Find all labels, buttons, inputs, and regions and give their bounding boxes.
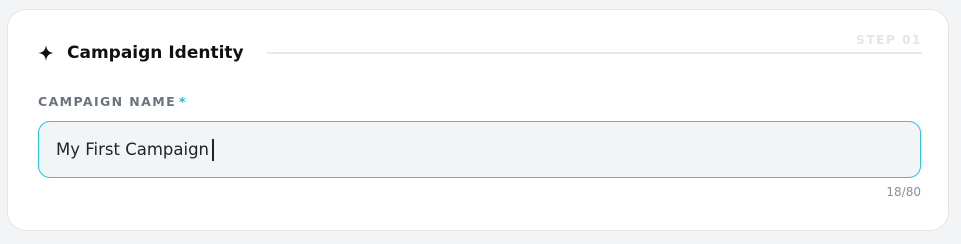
section-divider [266, 52, 922, 54]
section-header: Campaign Identity [38, 40, 922, 66]
campaign-name-label: CAMPAIGN NAME * [38, 94, 187, 109]
campaign-name-value: My First Campaign [56, 140, 210, 159]
campaign-name-input[interactable]: My First Campaign [38, 121, 921, 178]
campaign-identity-card: STEP 01 Campaign Identity CAMPAIGN NAME *… [7, 9, 949, 231]
campaign-name-label-text: CAMPAIGN NAME [38, 94, 177, 109]
sparkle-icon [38, 45, 54, 61]
text-caret [212, 138, 214, 161]
section-title: Campaign Identity [67, 43, 244, 63]
required-marker: * [179, 94, 187, 109]
character-counter: 18/80 [886, 185, 921, 199]
